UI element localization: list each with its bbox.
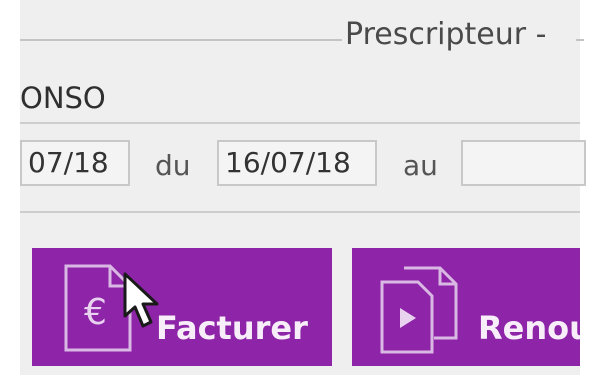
from-label: du (155, 149, 191, 182)
renew-button[interactable]: Renou (352, 248, 580, 366)
fieldset-border-left (20, 39, 342, 41)
to-label: au (403, 149, 438, 182)
mouse-pointer-icon (122, 272, 162, 330)
copy-documents-icon (378, 264, 468, 360)
previous-date-field[interactable]: 07/18 (20, 140, 130, 186)
row-divider-bottom (20, 211, 580, 213)
app-window: Prescripteur - ONSO 07/18 du 16/07/18 au… (0, 0, 598, 375)
renew-button-label: Renou (478, 309, 580, 347)
row-divider-top (20, 122, 580, 124)
invoice-button[interactable]: € Facturer (32, 248, 332, 366)
patient-name-field[interactable]: ONSO (20, 84, 106, 113)
from-date-input[interactable]: 16/07/18 (217, 140, 377, 186)
to-date-input[interactable] (461, 140, 586, 186)
prescripteur-legend: Prescripteur - (345, 17, 547, 52)
svg-text:€: € (84, 292, 107, 333)
invoice-button-label: Facturer (156, 309, 308, 347)
fieldset-border-right (576, 39, 584, 41)
